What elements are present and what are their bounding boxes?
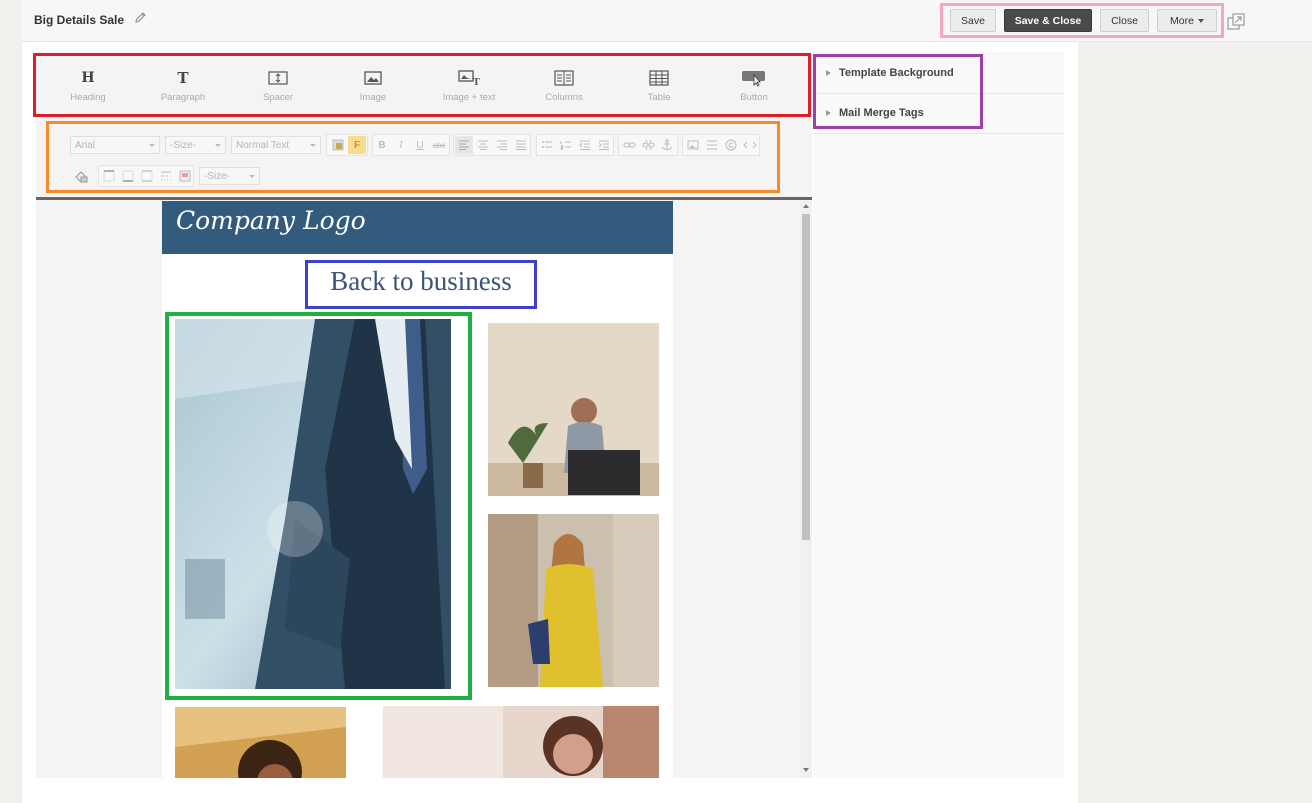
border-all-icon[interactable] (138, 167, 156, 185)
block-button[interactable]: Button (709, 68, 799, 108)
heading-icon: H (81, 70, 95, 86)
link-icon[interactable] (620, 136, 638, 154)
chevron-down-icon (1197, 18, 1204, 23)
italic-icon[interactable]: I (392, 136, 410, 154)
woman-curly-hair-photo[interactable] (175, 707, 346, 778)
block-table-label: Table (647, 92, 671, 103)
table-icon (649, 70, 669, 86)
block-columns-label: Columns (545, 92, 583, 103)
woman-laptop-photo[interactable] (488, 323, 659, 496)
underline-icon[interactable]: U (411, 136, 429, 154)
save-close-button-label: Save & Close (1014, 14, 1082, 27)
copyright-icon[interactable] (722, 136, 740, 154)
border-bottom-icon[interactable] (119, 167, 137, 185)
woman-yellow-coat-photo[interactable] (488, 514, 659, 687)
block-columns[interactable]: Columns (519, 68, 609, 108)
text-style-value: Normal Text (236, 139, 290, 151)
close-button-label: Close (1111, 14, 1138, 27)
save-button[interactable]: Save (950, 9, 996, 32)
more-button-label: More (1170, 14, 1194, 27)
border-color-icon[interactable] (176, 167, 194, 185)
spacer-icon (268, 71, 288, 85)
font-family-value: Arial (75, 139, 96, 151)
block-spacer[interactable]: Spacer (233, 68, 323, 108)
anchor-icon[interactable] (658, 136, 676, 154)
image-icon (364, 71, 382, 85)
columns-icon (554, 70, 574, 86)
settings-panel (813, 52, 1064, 778)
font-family-select[interactable]: Arial (70, 136, 160, 154)
close-button[interactable]: Close (1100, 9, 1149, 32)
font-size-select[interactable]: -Size- (165, 136, 226, 154)
border-style-icon[interactable] (157, 167, 175, 185)
outdent-icon[interactable] (576, 136, 594, 154)
block-paragraph[interactable]: T Paragraph (138, 68, 228, 108)
block-heading[interactable]: H Heading (43, 68, 133, 108)
block-image[interactable]: Image (328, 68, 418, 108)
scroll-up-icon[interactable] (803, 204, 809, 208)
image-text-icon: T (458, 70, 480, 86)
smiling-woman-photo[interactable] (383, 706, 659, 778)
font-size-value: -Size- (170, 139, 197, 151)
clear-format-icon[interactable] (72, 167, 90, 185)
edit-title-icon[interactable] (134, 11, 148, 25)
align-justify-icon[interactable] (512, 136, 530, 154)
more-button[interactable]: More (1157, 9, 1217, 32)
block-table[interactable]: Table (614, 68, 704, 108)
indent-icon[interactable] (595, 136, 613, 154)
scroll-down-icon[interactable] (803, 768, 809, 772)
block-image-text[interactable]: T Image + text (424, 68, 514, 108)
border-size-select[interactable]: -Size- (199, 167, 260, 185)
svg-text:T: T (473, 78, 480, 86)
popout-window-icon[interactable] (1226, 12, 1246, 32)
bold-icon[interactable]: B (373, 136, 391, 154)
block-button-label: Button (740, 92, 768, 103)
block-heading-label: Heading (70, 92, 106, 103)
block-image-text-label: Image + text (442, 92, 496, 103)
align-right-icon[interactable] (493, 136, 511, 154)
border-size-value: -Size- (204, 170, 231, 182)
email-heading[interactable]: Back to business (305, 266, 537, 297)
text-style-select[interactable]: Normal Text (231, 136, 321, 154)
button-icon (742, 71, 765, 87)
settings-highlight (813, 54, 983, 129)
unlink-icon[interactable] (639, 136, 657, 154)
background-color-icon[interactable] (329, 136, 347, 154)
save-button-label: Save (961, 14, 985, 27)
toolbar-divider (36, 197, 812, 200)
block-paragraph-label: Paragraph (160, 92, 206, 103)
campaign-title: Big Details Sale (34, 13, 125, 27)
strikethrough-icon[interactable]: abc (430, 136, 448, 154)
bullet-list-icon[interactable] (538, 136, 556, 154)
horizontal-line-icon[interactable] (703, 136, 721, 154)
save-close-button[interactable]: Save & Close (1004, 9, 1092, 32)
editor-scrollbar-thumb[interactable] (802, 214, 810, 540)
insert-image-icon[interactable] (684, 136, 702, 154)
company-logo[interactable]: Company Logo (176, 206, 366, 235)
align-left-icon[interactable] (455, 136, 473, 154)
block-image-label: Image (359, 92, 387, 103)
paragraph-icon: T (177, 69, 189, 87)
numbered-list-icon[interactable] (557, 136, 575, 154)
image-highlight (165, 312, 472, 700)
source-code-icon[interactable] (741, 136, 759, 154)
block-spacer-label: Spacer (262, 92, 294, 103)
font-color-icon[interactable]: F (348, 136, 366, 154)
align-center-icon[interactable] (474, 136, 492, 154)
border-top-icon[interactable] (100, 167, 118, 185)
